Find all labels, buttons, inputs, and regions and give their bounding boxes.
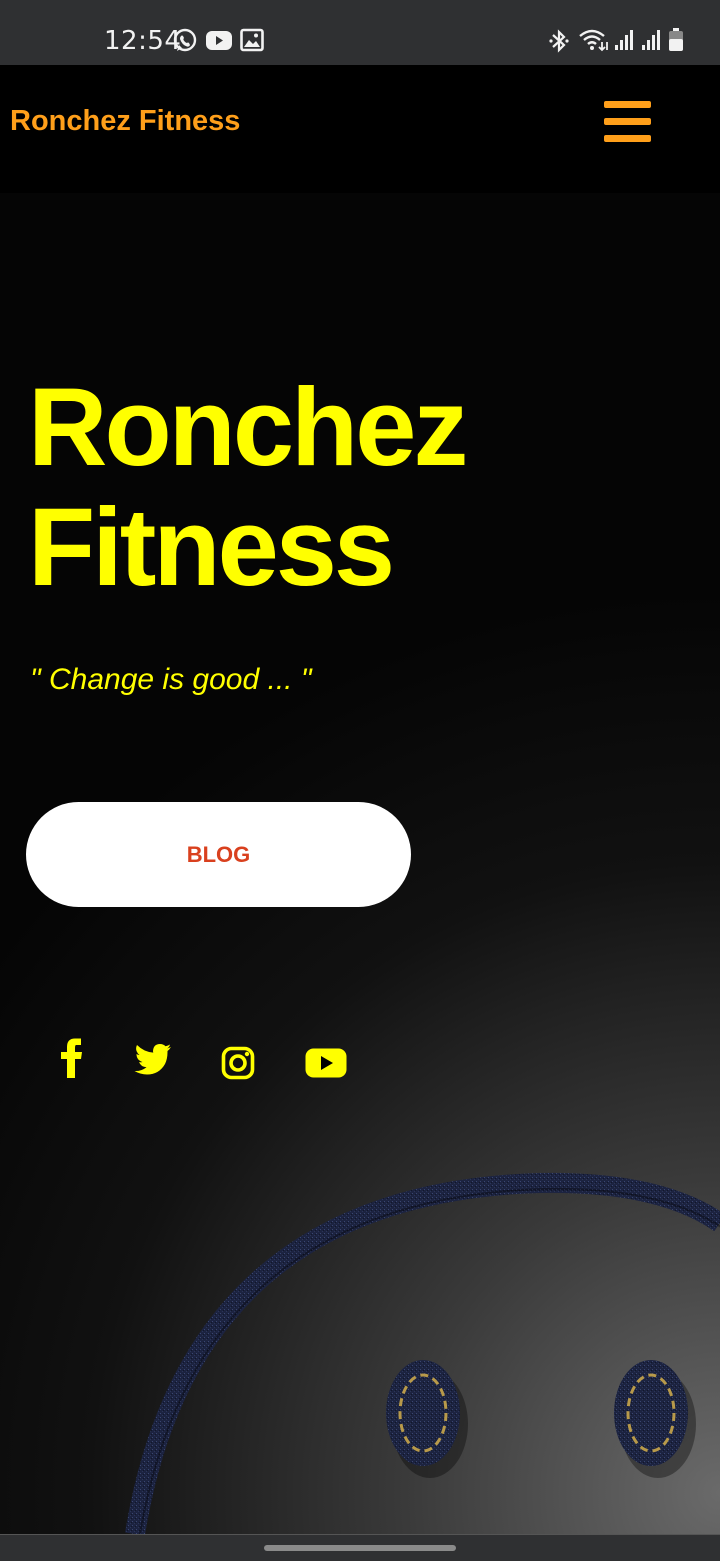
facebook-icon[interactable]: [58, 1038, 86, 1078]
youtube-icon: [206, 31, 232, 50]
whatsapp-icon: [173, 28, 197, 52]
app-header: Ronchez Fitness: [0, 65, 720, 193]
signal-icon: [615, 30, 633, 50]
hero-title-line2: Fitness: [28, 486, 395, 609]
blog-button[interactable]: BLOG: [26, 802, 411, 907]
system-nav-bar: [0, 1534, 720, 1561]
battery-icon: [669, 28, 683, 51]
home-gesture-handle[interactable]: [264, 1545, 456, 1551]
bluetooth-icon: [549, 29, 569, 53]
hero-title-line1: Ronchez: [28, 366, 468, 489]
instagram-icon[interactable]: [221, 1046, 255, 1080]
fabric-button-left: [386, 1360, 468, 1478]
denim-button-decoration: [125, 1172, 720, 1534]
status-time: 12:54: [104, 26, 182, 56]
fabric-button-right: [614, 1360, 696, 1478]
status-bar: 12:54: [0, 0, 720, 65]
hero-title: Ronchez Fitness: [28, 366, 468, 609]
gallery-icon: [240, 28, 264, 52]
signal-icon: [642, 30, 660, 50]
brand-logo-text[interactable]: Ronchez Fitness: [10, 105, 240, 138]
youtube-icon[interactable]: [305, 1048, 347, 1078]
twitter-icon[interactable]: [134, 1043, 172, 1075]
hero-section: Ronchez Fitness " Change is good ... " B…: [0, 193, 720, 1534]
wifi-icon: [579, 29, 608, 52]
hamburger-menu-icon[interactable]: [600, 99, 656, 145]
hero-tagline: " Change is good ... ": [30, 663, 312, 696]
